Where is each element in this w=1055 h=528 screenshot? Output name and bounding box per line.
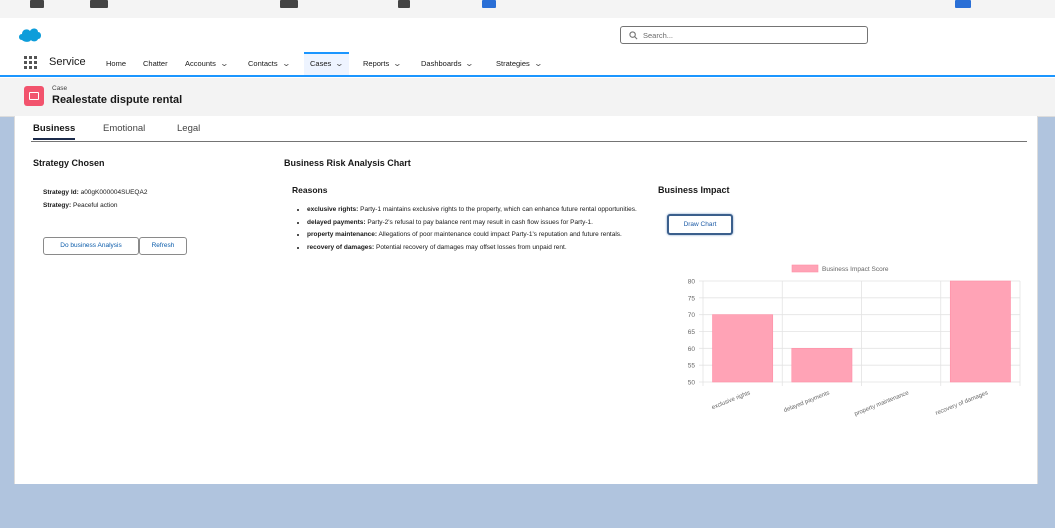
nav-item-label: Accounts	[185, 59, 216, 68]
y-tick-label: 75	[688, 295, 696, 302]
tab-bar: Business Emotional Legal	[31, 116, 1027, 142]
do-business-analysis-button[interactable]: Do business Analysis	[43, 237, 139, 255]
tab-emotional[interactable]: Emotional	[103, 123, 145, 134]
strategy-section-title: Strategy Chosen	[33, 158, 105, 168]
browser-icon	[280, 0, 298, 8]
case-icon	[24, 86, 44, 106]
search-placeholder: Search...	[643, 31, 674, 40]
nav-item-label: Dashboards	[421, 59, 462, 68]
app-name: Service	[49, 56, 86, 68]
chart-x-ticks: exclusive rights delayed payments property…	[711, 390, 989, 418]
nav-item-reports[interactable]: Reports ⌄	[363, 52, 402, 75]
nav-item-contacts[interactable]: Contacts ⌄	[248, 52, 291, 75]
chart-bar	[712, 314, 774, 383]
y-tick-label: 80	[688, 279, 696, 286]
strategy-name-value: Peaceful action	[73, 202, 118, 209]
draw-chart-button[interactable]: Draw Chart	[667, 214, 733, 235]
x-tick-label: recovery of damages	[935, 390, 989, 417]
chart-bar	[791, 348, 853, 383]
tab-business[interactable]: Business	[33, 123, 76, 140]
strategy-id-value: a00gK000004SUEQA2	[80, 189, 148, 196]
strategy-id-label: Strategy Id:	[43, 189, 79, 196]
nav-item-home[interactable]: Home	[106, 52, 126, 75]
nav-item-label: Contacts	[248, 59, 278, 68]
chevron-down-icon[interactable]: ⌄	[393, 52, 402, 75]
list-item: property maintenance: Allegations of poo…	[307, 229, 667, 241]
list-item: recovery of damages: Potential recovery …	[307, 242, 667, 254]
browser-icon	[398, 0, 410, 8]
browser-strip	[0, 0, 1055, 19]
chevron-down-icon[interactable]: ⌄	[335, 54, 344, 73]
global-search-input[interactable]: Search...	[620, 26, 868, 44]
x-tick-label: delayed payments	[783, 390, 830, 414]
legend-label: Business Impact Score	[822, 266, 889, 273]
nav-bar: Service Home Chatter Accounts ⌄ Contacts ⌄…	[0, 52, 1055, 77]
nav-item-strategies[interactable]: Strategies ⌄	[496, 52, 543, 75]
record-header: Case Realestate dispute rental	[0, 78, 1055, 117]
nav-item-label: Home	[106, 59, 127, 68]
nav-item-accounts[interactable]: Accounts ⌄	[185, 52, 229, 75]
browser-icon	[955, 0, 971, 8]
strategy-name-label: Strategy:	[43, 202, 72, 209]
reasons-title: Reasons	[292, 185, 328, 195]
list-item: exclusive rights: Party-1 maintains excl…	[307, 204, 667, 216]
page-background	[0, 484, 1055, 528]
nav-item-chatter[interactable]: Chatter	[143, 52, 168, 75]
business-card: Business Emotional Legal Strategy Chosen…	[14, 116, 1038, 485]
strategy-name: Strategy: Peaceful action	[43, 202, 117, 209]
chevron-down-icon[interactable]: ⌄	[220, 52, 229, 75]
y-tick-label: 70	[688, 312, 696, 319]
y-tick-label: 60	[688, 346, 696, 353]
record-title: Realestate dispute rental	[52, 94, 183, 106]
salesforce-logo-icon[interactable]	[18, 26, 42, 43]
nav-item-label: Strategies	[496, 59, 530, 68]
chart-bar	[949, 280, 1011, 383]
tab-legal[interactable]: Legal	[177, 123, 200, 134]
object-label: Case	[52, 85, 68, 92]
chart-legend: Business Impact Score	[791, 264, 889, 273]
list-item: delayed payments: Party-2's refusal to p…	[307, 217, 667, 229]
y-tick-label: 55	[688, 363, 696, 370]
nav-item-label: Cases	[310, 59, 332, 68]
chevron-down-icon[interactable]: ⌄	[281, 52, 290, 75]
nav-item-dashboards[interactable]: Dashboards ⌄	[421, 52, 474, 75]
browser-icon	[482, 0, 496, 8]
app-launcher-icon[interactable]	[24, 56, 38, 70]
nav-item-label: Chatter	[143, 59, 168, 68]
x-tick-label: property maintenance	[854, 390, 911, 418]
browser-icon	[90, 0, 108, 8]
business-impact-chart: 50 55 60 65 70 75 80 exclusive rights delayed p…	[688, 264, 1021, 418]
y-tick-label: 50	[688, 380, 696, 387]
impact-section-title: Business Impact	[658, 185, 730, 195]
y-tick-label: 65	[688, 329, 696, 336]
chart-y-ticks: 50 55 60 65 70 75 80	[688, 279, 696, 387]
browser-icon	[30, 0, 44, 8]
legend-swatch	[791, 264, 819, 273]
search-icon	[629, 31, 638, 40]
x-tick-label: exclusive rights	[711, 390, 751, 411]
nav-item-label: Reports	[363, 59, 390, 68]
risk-section-title: Business Risk Analysis Chart	[284, 158, 411, 168]
reasons-list: exclusive rights: Party-1 maintains excl…	[293, 204, 667, 254]
chevron-down-icon[interactable]: ⌄	[533, 52, 542, 75]
strategy-id: Strategy Id: a00gK000004SUEQA2	[43, 189, 147, 196]
chevron-down-icon[interactable]: ⌄	[465, 52, 474, 75]
refresh-button[interactable]: Refresh	[139, 237, 187, 255]
nav-item-cases[interactable]: Cases ⌄	[304, 52, 349, 75]
